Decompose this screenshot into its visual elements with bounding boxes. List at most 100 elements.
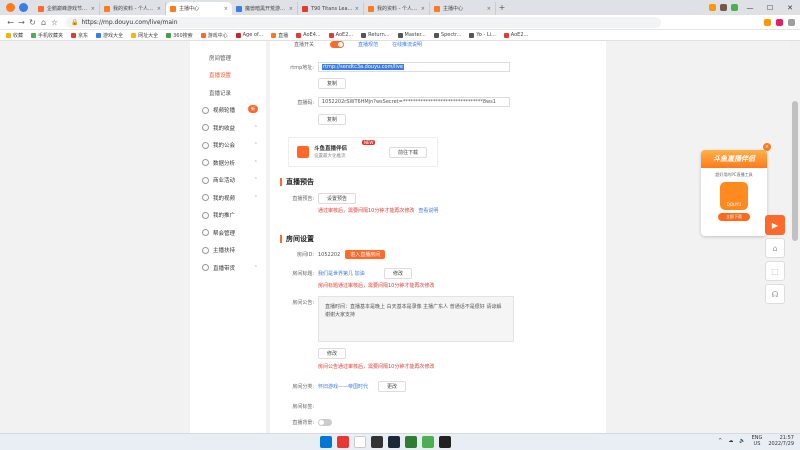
bookmark-item[interactable]: Age of...: [235, 32, 263, 38]
maximize-button[interactable]: ☐: [760, 4, 780, 12]
sidebar-item[interactable]: 我的视频 ⌃: [190, 189, 266, 207]
browser-tab[interactable]: 我的资料 - 个人中心 - 斗鱼×: [364, 2, 430, 15]
bookmark-item[interactable]: 网址大全: [131, 32, 158, 39]
network-icon[interactable]: ☁: [728, 438, 733, 444]
new-tab-button[interactable]: +: [496, 3, 508, 12]
taskbar-app-icon[interactable]: [371, 436, 383, 448]
bookmark-item[interactable]: 游戏中心: [200, 32, 228, 39]
browser-account-icon[interactable]: [19, 3, 28, 12]
close-window-button[interactable]: ✕: [780, 4, 800, 12]
browser-logo-icon[interactable]: [6, 3, 15, 12]
service-float-icon[interactable]: ☊: [765, 284, 785, 304]
live-bg-toggle[interactable]: [318, 419, 332, 426]
menu-icon[interactable]: [788, 18, 795, 26]
stream-key-copy-button[interactable]: 复制: [318, 114, 347, 125]
room-category-value[interactable]: 怀旧游戏——帝国时代: [318, 383, 368, 390]
tab-close-icon[interactable]: ×: [487, 6, 491, 12]
preview-help-link[interactable]: 查看说明: [418, 207, 438, 214]
bookmark-item[interactable]: 京东: [71, 32, 88, 39]
sidebar-item[interactable]: 房间管理: [190, 49, 266, 67]
bookmark-item[interactable]: Return...: [361, 32, 390, 38]
taskbar-app-icon[interactable]: [388, 436, 400, 448]
browser-tab[interactable]: 魔兽暗黑开荒游戏直播 资源汇×: [232, 2, 298, 15]
extension-icon[interactable]: [731, 4, 738, 11]
clock[interactable]: 21:57 2022/7/29: [768, 435, 794, 447]
home-icon[interactable]: ⌂: [38, 18, 49, 27]
sidebar-item[interactable]: 直播带货 ⌃: [190, 259, 266, 277]
bookmark-item[interactable]: Spectr...: [433, 32, 461, 38]
taskbar-app-icon[interactable]: [422, 436, 434, 448]
browser-tab[interactable]: 企鹅巅峰游戏节_斗鱼直播平台×: [34, 2, 100, 15]
sidebar-item[interactable]: 主播扶持: [190, 242, 266, 260]
play-icon[interactable]: ▶: [765, 215, 785, 235]
bookmark-item[interactable]: 360搜索: [166, 32, 193, 39]
set-preview-button[interactable]: 设置预告: [318, 193, 357, 204]
stream-key-field[interactable]: 1052202rSWT6HMjn?wsSecret=**************…: [318, 97, 510, 107]
sidebar-item[interactable]: 我的收益 ⌃: [190, 119, 266, 137]
browser-tab[interactable]: 主播中心 ×: [430, 2, 496, 15]
sidebar-item[interactable]: 数据分析 ⌃: [190, 154, 266, 172]
ad-download-button[interactable]: 立即下载: [718, 213, 750, 221]
language-indicator[interactable]: ENG US: [752, 435, 763, 447]
back-icon[interactable]: ←: [5, 18, 16, 27]
sidebar-item[interactable]: 我的公会 ⌃: [190, 137, 266, 155]
home-float-icon[interactable]: ⌂: [765, 238, 785, 258]
scrollbar-thumb[interactable]: [792, 101, 798, 241]
taskbar-app-icon[interactable]: [354, 436, 366, 448]
tab-close-icon[interactable]: ×: [355, 6, 359, 12]
taskbar-app-icon[interactable]: [439, 436, 451, 448]
taskbar-app-icon[interactable]: [405, 436, 417, 448]
room-title-edit-button[interactable]: 修改: [384, 268, 413, 279]
room-notice-edit-button[interactable]: 修改: [318, 348, 347, 359]
browser-tab[interactable]: T90 Titans League: Gold Lo×: [298, 2, 364, 15]
minimize-button[interactable]: —: [740, 4, 760, 12]
favorite-icon[interactable]: ☆: [49, 18, 60, 27]
bookmark-item[interactable]: 收藏: [6, 32, 23, 39]
page-scrollbar[interactable]: [790, 41, 800, 433]
companion-ad[interactable]: 斗鱼直播伴侣 超好用的PC直播工具 DOUYU 立即下载: [701, 150, 767, 236]
bookmark-item[interactable]: Master...: [397, 32, 426, 38]
extension-icon[interactable]: [720, 4, 727, 11]
sidebar-item[interactable]: 帮会管理: [190, 224, 266, 242]
rtmp-copy-button[interactable]: 复制: [318, 78, 347, 89]
chevron-up-icon[interactable]: ^: [718, 438, 722, 444]
browser-tab[interactable]: 主播中心 ×: [166, 2, 232, 15]
volume-icon[interactable]: 🔈: [739, 438, 745, 444]
bookmark-item[interactable]: Yo - Li...: [469, 32, 496, 38]
bookmark-item[interactable]: 游戏大全: [96, 32, 123, 39]
room-category-change-button[interactable]: 更改: [378, 381, 407, 392]
bookmark-item[interactable]: 手机收藏夹: [31, 32, 63, 39]
bookmark-item[interactable]: 直播: [271, 32, 288, 39]
extension-icon[interactable]: [709, 4, 716, 11]
live-switch-toggle[interactable]: [330, 41, 344, 48]
extension-icon[interactable]: [764, 18, 771, 26]
room-notice-textarea[interactable]: 直播时间：直播基本是晚上 白天基本是录像 主播广东人 普通话不是很好 请谅解 谢…: [318, 296, 514, 342]
push-stream-guide-link[interactable]: 在线推流说明: [392, 41, 422, 48]
download-companion-button[interactable]: 前往下载: [389, 147, 428, 158]
bookmark-item[interactable]: AoE2...: [503, 32, 528, 38]
tab-close-icon[interactable]: ×: [224, 6, 228, 12]
bookmark-item[interactable]: AoE2...: [328, 32, 353, 38]
extension-icon[interactable]: [776, 18, 783, 26]
sidebar-item[interactable]: 我的推广: [190, 207, 266, 225]
forward-icon[interactable]: →: [16, 18, 27, 27]
url-field[interactable]: 🔒 https://mp.douyu.com/live/main: [66, 16, 661, 28]
enter-room-button[interactable]: 进入直播房间: [345, 250, 386, 259]
sidebar-item[interactable]: 直播记录: [190, 84, 266, 102]
sidebar-item[interactable]: 商业活动 ⌃: [190, 172, 266, 190]
rtmp-field[interactable]: rtmp://sendtc3a.douyu.com/live: [318, 62, 510, 72]
gift-float-icon[interactable]: ⬚: [765, 261, 785, 281]
taskbar-app-icon[interactable]: [320, 436, 332, 448]
lock-icon: 🔒: [71, 18, 79, 26]
tab-close-icon[interactable]: ×: [91, 6, 95, 12]
tab-close-icon[interactable]: ×: [421, 6, 425, 12]
sidebar-item[interactable]: 直播设置: [190, 67, 266, 85]
live-rules-link[interactable]: 直播规范: [358, 41, 378, 48]
tab-close-icon[interactable]: ×: [157, 6, 161, 12]
browser-tab[interactable]: 我的资料 - 个人中心 - 斗鱼×: [100, 2, 166, 15]
tab-close-icon[interactable]: ×: [289, 6, 293, 12]
bookmark-item[interactable]: AoE4...: [296, 32, 321, 38]
ad-close-icon[interactable]: ×: [763, 143, 771, 151]
taskbar-app-icon[interactable]: [337, 436, 349, 448]
reload-icon[interactable]: ↻: [27, 18, 38, 27]
